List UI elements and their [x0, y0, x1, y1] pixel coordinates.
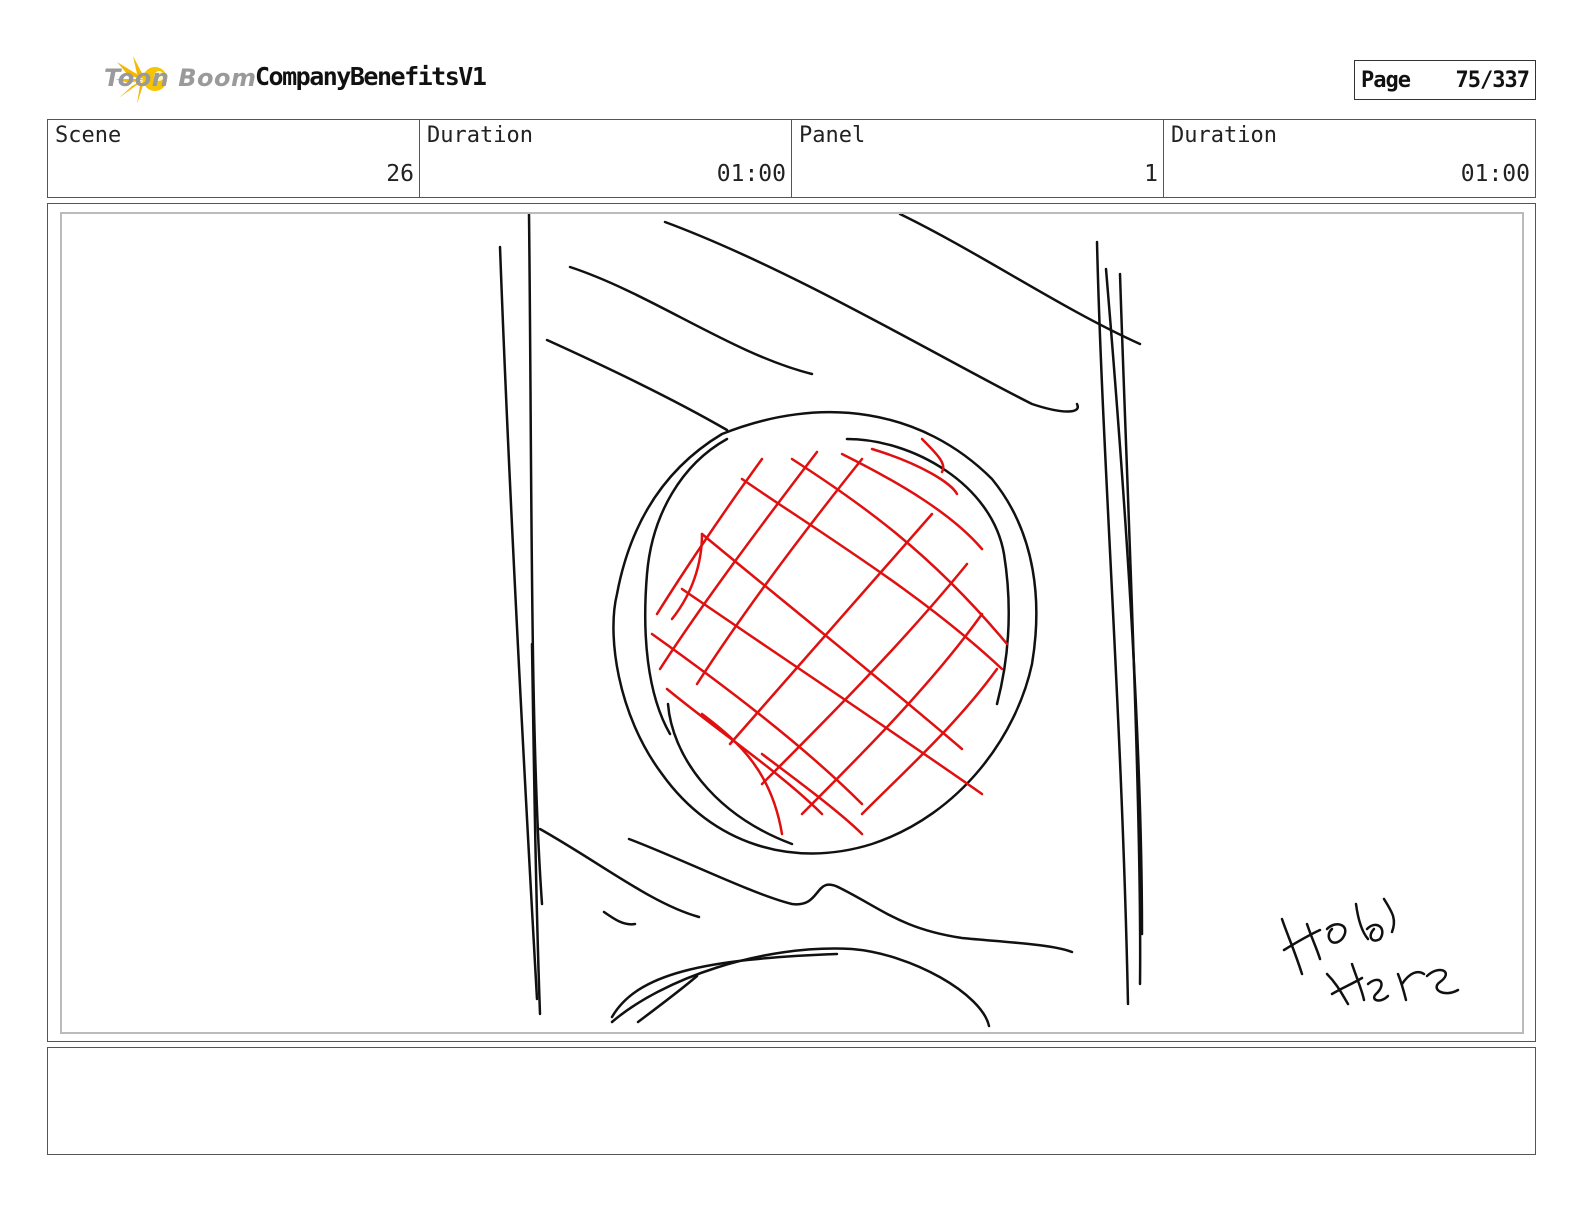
scene-duration-value: 01:00: [716, 161, 786, 187]
panel-duration-label: Duration: [1171, 123, 1277, 148]
panel-notes[interactable]: [47, 1047, 1536, 1155]
storyboard-sketch: [498, 214, 1460, 1028]
page-number: 75/337: [1455, 67, 1530, 93]
panel-cell: Panel 1: [792, 120, 1164, 197]
brand-name: Toon Boom: [104, 64, 257, 92]
panel-duration-value: 01:00: [1460, 161, 1530, 187]
panel-value: 1: [1144, 161, 1158, 187]
panel-frame: [47, 203, 1536, 1042]
scene-info-row: Scene 26 Duration 01:00 Panel 1 Duration…: [47, 119, 1536, 198]
panel-canvas[interactable]: [60, 212, 1524, 1034]
scene-duration-cell: Duration 01:00: [420, 120, 792, 197]
red-crosshatch: [650, 437, 1009, 836]
page-label: Page: [1361, 67, 1411, 93]
scene-duration-label: Duration: [427, 123, 533, 148]
scene-value: 26: [386, 161, 414, 187]
panel-duration-cell: Duration 01:00: [1164, 120, 1535, 197]
scene-label: Scene: [55, 123, 122, 148]
panel-label: Panel: [799, 123, 866, 148]
page-indicator: Page 75/337: [1354, 60, 1536, 100]
scene-cell: Scene 26: [48, 120, 420, 197]
project-title: CompanyBenefitsV1: [255, 62, 487, 91]
